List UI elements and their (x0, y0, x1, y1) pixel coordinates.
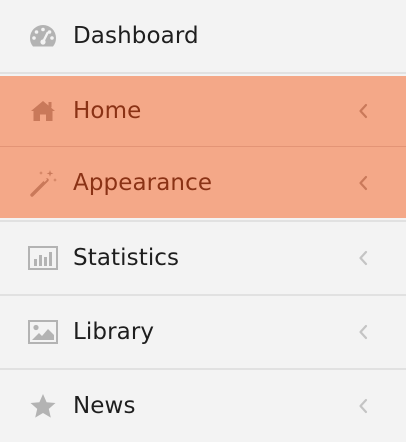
sidebar-menu: Dashboard Home Appearance Statistics Lib… (0, 0, 406, 442)
chevron-left-icon (356, 248, 370, 268)
bar-chart-icon (28, 243, 58, 273)
menu-item-news[interactable]: News (0, 370, 406, 442)
menu-item-dashboard[interactable]: Dashboard (0, 0, 406, 72)
dashboard-gauge-icon (28, 21, 58, 51)
picture-icon (28, 317, 58, 347)
menu-item-label: Home (73, 98, 142, 124)
divider (0, 72, 406, 74)
menu-item-appearance[interactable]: Appearance (0, 147, 406, 218)
chevron-left-icon (356, 396, 370, 416)
menu-item-label: News (73, 393, 136, 419)
home-icon (28, 96, 58, 126)
magic-wand-icon (28, 168, 58, 198)
star-icon (28, 391, 58, 421)
chevron-left-icon (356, 101, 370, 121)
chevron-left-icon (356, 173, 370, 193)
menu-item-label: Dashboard (73, 23, 199, 49)
menu-item-library[interactable]: Library (0, 296, 406, 368)
menu-item-label: Appearance (73, 169, 213, 196)
menu-item-label: Statistics (73, 245, 180, 271)
menu-item-statistics[interactable]: Statistics (0, 222, 406, 294)
chevron-left-icon (356, 322, 370, 342)
menu-item-home[interactable]: Home (0, 76, 406, 146)
menu-item-label: Library (73, 319, 155, 345)
